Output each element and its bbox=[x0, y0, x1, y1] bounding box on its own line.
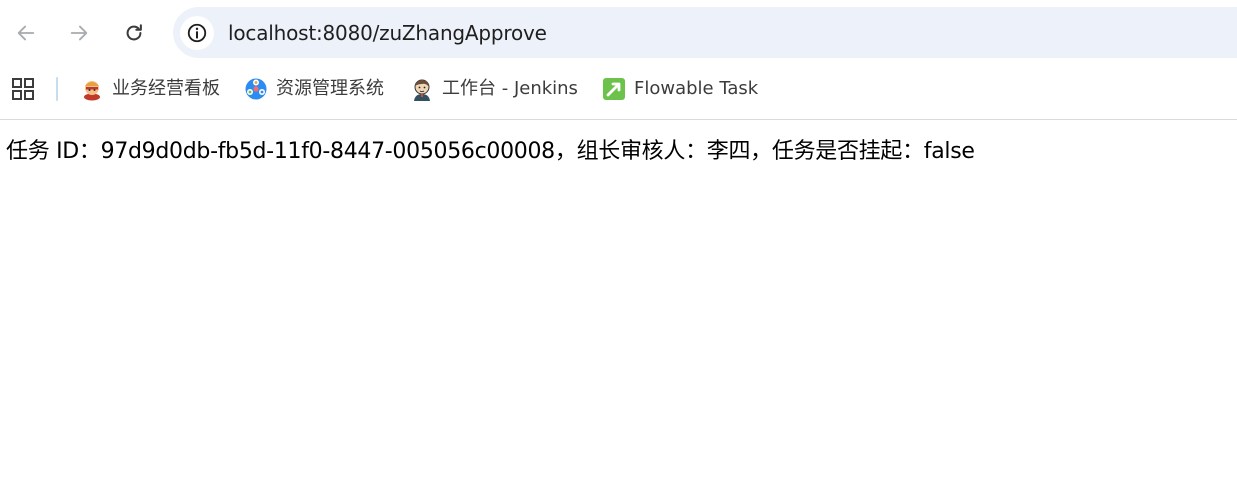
address-bar[interactable]: localhost:8080/zuZhangApprove bbox=[173, 7, 1237, 58]
url-text[interactable]: localhost:8080/zuZhangApprove bbox=[228, 20, 547, 46]
bookmark-item-dashboard[interactable]: 业务经营看板 bbox=[80, 74, 220, 104]
bookmark-label: 资源管理系统 bbox=[276, 78, 384, 99]
bookmarks-divider bbox=[56, 77, 58, 101]
bookmarks-bar: 业务经营看板 资源管理系统 工作台 - Jenkins Flowable Tas… bbox=[0, 70, 1237, 110]
info-icon bbox=[187, 23, 207, 43]
bookmark-label: Flowable Task bbox=[634, 78, 759, 99]
arrow-right-icon bbox=[70, 25, 88, 41]
site-info-button[interactable] bbox=[180, 16, 214, 50]
jenkins-icon bbox=[410, 77, 434, 101]
browser-chrome: localhost:8080/zuZhangApprove 业务经营看板 资源管… bbox=[0, 0, 1237, 120]
flowable-icon bbox=[602, 77, 626, 101]
forward-button[interactable] bbox=[61, 15, 97, 51]
apps-grid-icon[interactable] bbox=[11, 77, 35, 101]
reload-button[interactable] bbox=[116, 15, 152, 51]
back-button[interactable] bbox=[8, 15, 44, 51]
bookmark-label: 工作台 - Jenkins bbox=[442, 78, 578, 99]
bookmark-item-resource[interactable]: 资源管理系统 bbox=[244, 74, 384, 104]
bookmark-dashboard-icon bbox=[80, 77, 104, 101]
arrow-left-icon bbox=[17, 25, 35, 41]
page-content: 任务 ID：97d9d0db-fb5d-11f0-8447-005056c000… bbox=[0, 120, 1237, 483]
navigation-toolbar: localhost:8080/zuZhangApprove bbox=[0, 0, 1237, 66]
bookmark-item-flowable[interactable]: Flowable Task bbox=[602, 74, 758, 104]
task-info-text: 任务 ID：97d9d0db-fb5d-11f0-8447-005056c000… bbox=[6, 139, 975, 164]
bookmark-item-jenkins[interactable]: 工作台 - Jenkins bbox=[410, 74, 578, 104]
bookmark-resource-icon bbox=[244, 77, 268, 101]
bookmark-label: 业务经营看板 bbox=[112, 78, 220, 99]
reload-icon bbox=[126, 24, 142, 41]
